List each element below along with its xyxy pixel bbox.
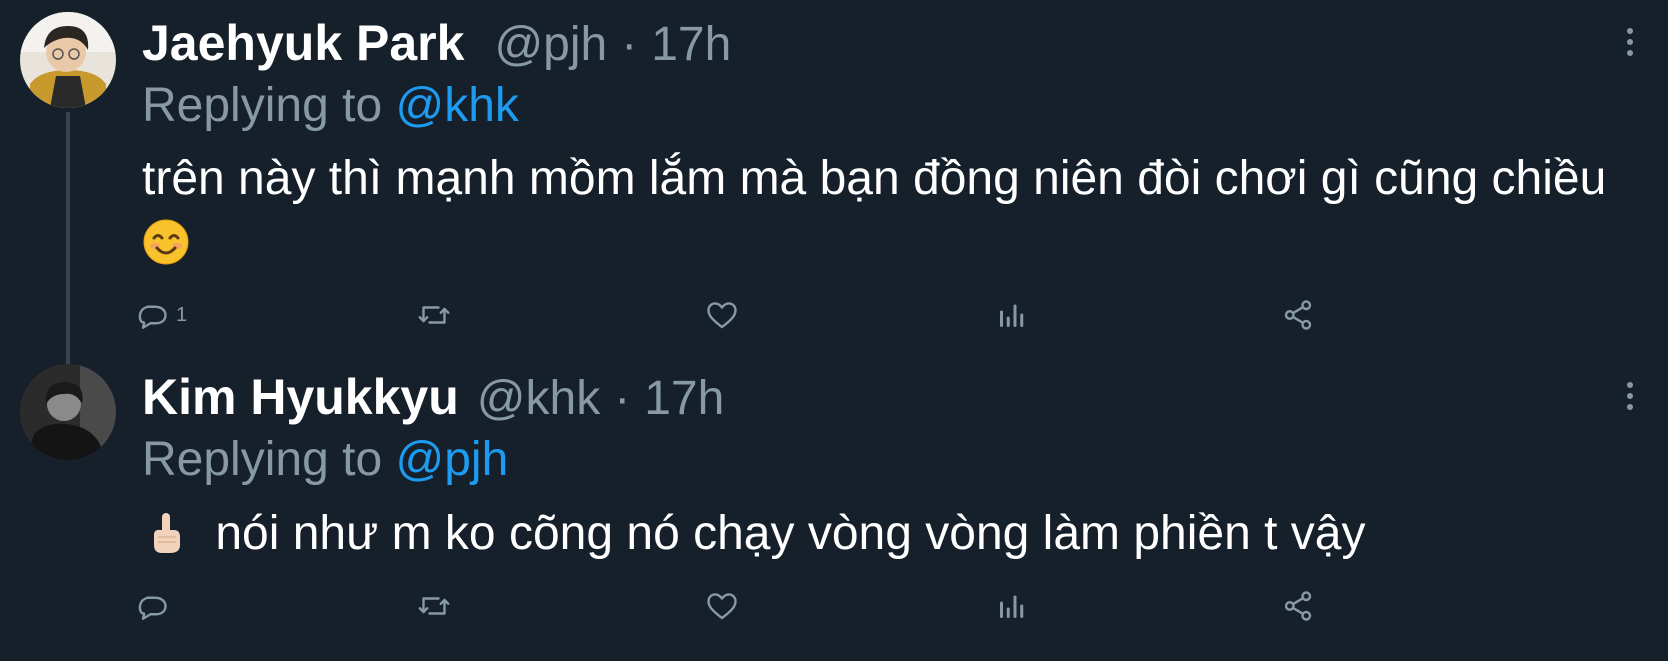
retweet-button[interactable] [416,297,452,333]
replying-to-label: Replying to [142,433,383,486]
reply-icon [138,596,167,620]
share-icon [1284,591,1312,621]
middle-finger-emoji [142,509,190,557]
reply-button[interactable] [134,588,170,624]
timestamp[interactable]: 17h [644,371,724,426]
views-button[interactable] [994,588,1030,624]
reply-mention-link[interactable]: @pjh [395,433,508,486]
retweet-icon [418,597,450,615]
reply-button[interactable]: 1 [134,297,187,333]
share-button[interactable] [1280,297,1316,333]
tweet-header: Kim Hyukkyu @khk · 17h [142,368,724,426]
reply-count: 1 [176,303,188,326]
separator-dot: · [614,372,631,425]
like-button[interactable] [704,588,740,624]
tweet-text: nói như m ko cõng nó chạy vòng vòng làm … [142,502,1642,566]
views-button[interactable] [994,297,1030,333]
views-icon [1000,304,1024,327]
more-icon[interactable] [1626,382,1634,414]
share-icon [1284,300,1312,330]
tweet-body: nói như m ko cõng nó chạy vòng vòng làm … [215,507,1366,560]
tweet[interactable]: Kim Hyukkyu @khk · 17h Replying to @pjh … [0,0,1668,621]
avatar[interactable] [20,364,116,460]
like-button[interactable] [704,297,740,333]
display-name[interactable]: Kim Hyukkyu [142,368,459,426]
reply-icon [138,305,167,329]
retweet-icon [418,306,450,324]
tweet-actions: 1 [138,297,1402,337]
like-icon [707,302,737,329]
share-button[interactable] [1280,588,1316,624]
user-handle[interactable]: @khk [477,371,600,426]
like-icon [707,593,737,620]
views-icon [1000,595,1024,618]
tweet-actions [138,588,1402,628]
replying-to: Replying to @pjh [142,432,508,487]
retweet-button[interactable] [416,588,452,624]
